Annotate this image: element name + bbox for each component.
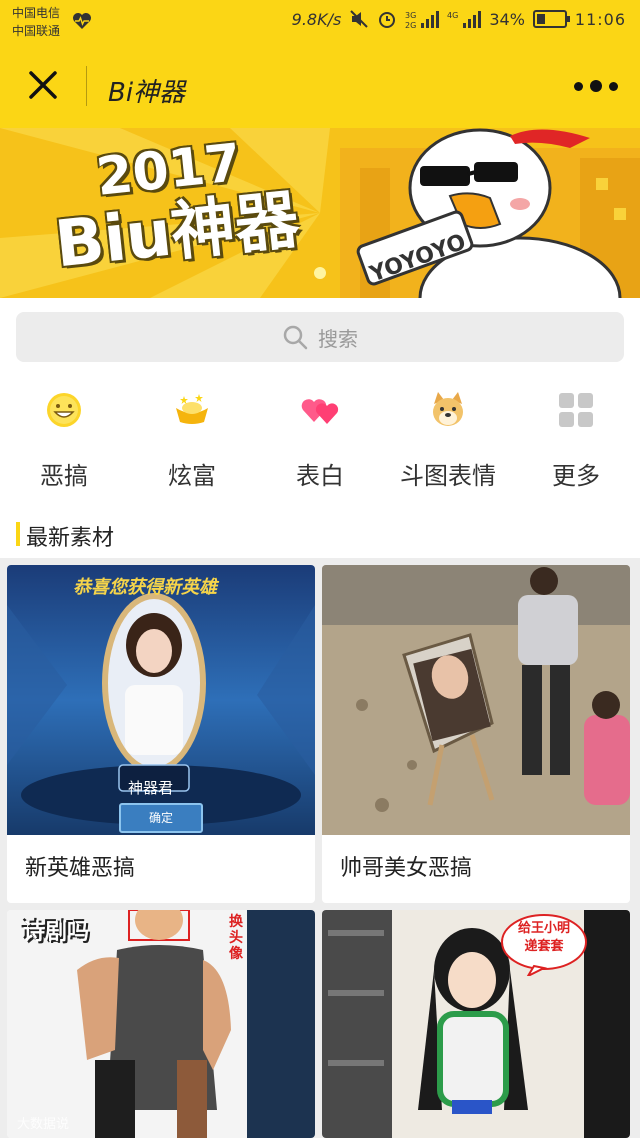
doge-icon — [433, 392, 463, 426]
status-right: 9.8K/s 3G 2G 4G 34% 11:06 — [291, 9, 626, 30]
dot-icon — [609, 81, 618, 91]
signal-3g-icon: 3G 2G — [405, 11, 440, 29]
svg-text:2G: 2G — [405, 21, 416, 29]
promo-banner[interactable]: 2017 Biu神器 YOYOYO — [0, 128, 640, 298]
nav-bar: Bi神器 — [0, 44, 640, 128]
page-title: Bi神器 — [108, 78, 186, 108]
search-input[interactable]: 搜索 — [16, 312, 624, 362]
section-header: 最新素材 — [0, 498, 640, 558]
card-thumbnail: 诗剧吗 换头像 大数据说 — [7, 910, 315, 1138]
material-card[interactable]: 诗剧吗 换头像 大数据说 — [7, 910, 315, 1138]
carrier-2: 中国联通 — [12, 24, 61, 38]
svg-text:4G: 4G — [447, 11, 458, 20]
battery-icon — [532, 10, 570, 28]
category-label: 炫富 — [168, 462, 216, 490]
mute-icon — [350, 10, 369, 28]
svg-text:3G: 3G — [405, 11, 416, 20]
section-title: 最新素材 — [26, 526, 115, 551]
dot-icon — [590, 80, 602, 92]
card-image-tag: 换头像 — [229, 914, 243, 962]
clock: 11:06 — [574, 9, 626, 29]
card-title: 新英雄恶搞 — [25, 856, 136, 881]
battery-percent: 34% — [489, 9, 525, 29]
search-placeholder: 搜索 — [318, 326, 358, 351]
more-options-button[interactable] — [574, 74, 618, 98]
hearts-icon — [301, 399, 339, 424]
network-speed: 9.8K/s — [291, 9, 342, 29]
category-label: 斗图表情 — [400, 462, 496, 490]
gold-ingot-icon — [176, 394, 208, 424]
card-thumbnail: 恭喜您获得新英雄 神器君 确定 — [7, 565, 315, 835]
watermark: 大数据说 — [17, 1117, 70, 1132]
category-label: 恶搞 — [40, 462, 88, 490]
card-image-caption: 诗剧吗 — [23, 920, 90, 945]
close-icon[interactable] — [22, 64, 64, 106]
section-accent-bar — [16, 522, 20, 546]
material-card[interactable]: 恭喜您获得新英雄 神器君 确定 新英雄恶搞 — [7, 565, 315, 903]
card-image-name: 神器君 — [128, 779, 174, 797]
card-thumbnail — [322, 565, 630, 835]
speech-bubble-text: 给王小明递套套 — [517, 921, 570, 954]
dot-icon — [574, 81, 583, 91]
status-bar: 中国电信 中国联通 9.8K/s 3G 2G 4G 34% 11:06 — [0, 0, 640, 44]
signal-4g-icon: 4G — [447, 11, 482, 28]
search-icon — [283, 325, 308, 350]
search-area: 搜索 — [0, 298, 640, 380]
category-label: 表白 — [296, 462, 344, 490]
category-confess[interactable]: 表白 — [256, 390, 384, 490]
heart-rate-icon — [73, 13, 91, 29]
card-thumbnail: 给王小明递套套 — [322, 910, 630, 1138]
card-title: 帅哥美女恶搞 — [340, 856, 473, 881]
smiley-face-icon — [47, 393, 81, 427]
card-image-confirm: 确定 — [119, 803, 203, 833]
nav-divider — [86, 66, 87, 106]
category-more[interactable]: 更多 — [512, 390, 640, 490]
grid-icon — [559, 393, 593, 427]
category-prank[interactable]: 恶搞 — [0, 390, 128, 490]
material-card[interactable]: 帅哥美女恶搞 — [322, 565, 630, 903]
category-wealth[interactable]: 炫富 — [128, 390, 256, 490]
alarm-icon — [379, 12, 396, 28]
category-label: 更多 — [552, 462, 600, 490]
card-image-caption: 恭喜您获得新英雄 — [73, 577, 217, 598]
street-photo-art — [322, 565, 630, 835]
category-stickers[interactable]: 斗图表情 — [384, 390, 512, 490]
category-bar: 恶搞 炫富 表白 斗图表情 更多 — [0, 380, 640, 498]
material-card[interactable]: 给王小明递套套 — [322, 910, 630, 1138]
banner-headline: 2017 Biu神器 — [46, 130, 303, 282]
carrier-info: 中国电信 中国联通 — [12, 4, 60, 40]
carrier-1: 中国电信 — [12, 6, 61, 20]
